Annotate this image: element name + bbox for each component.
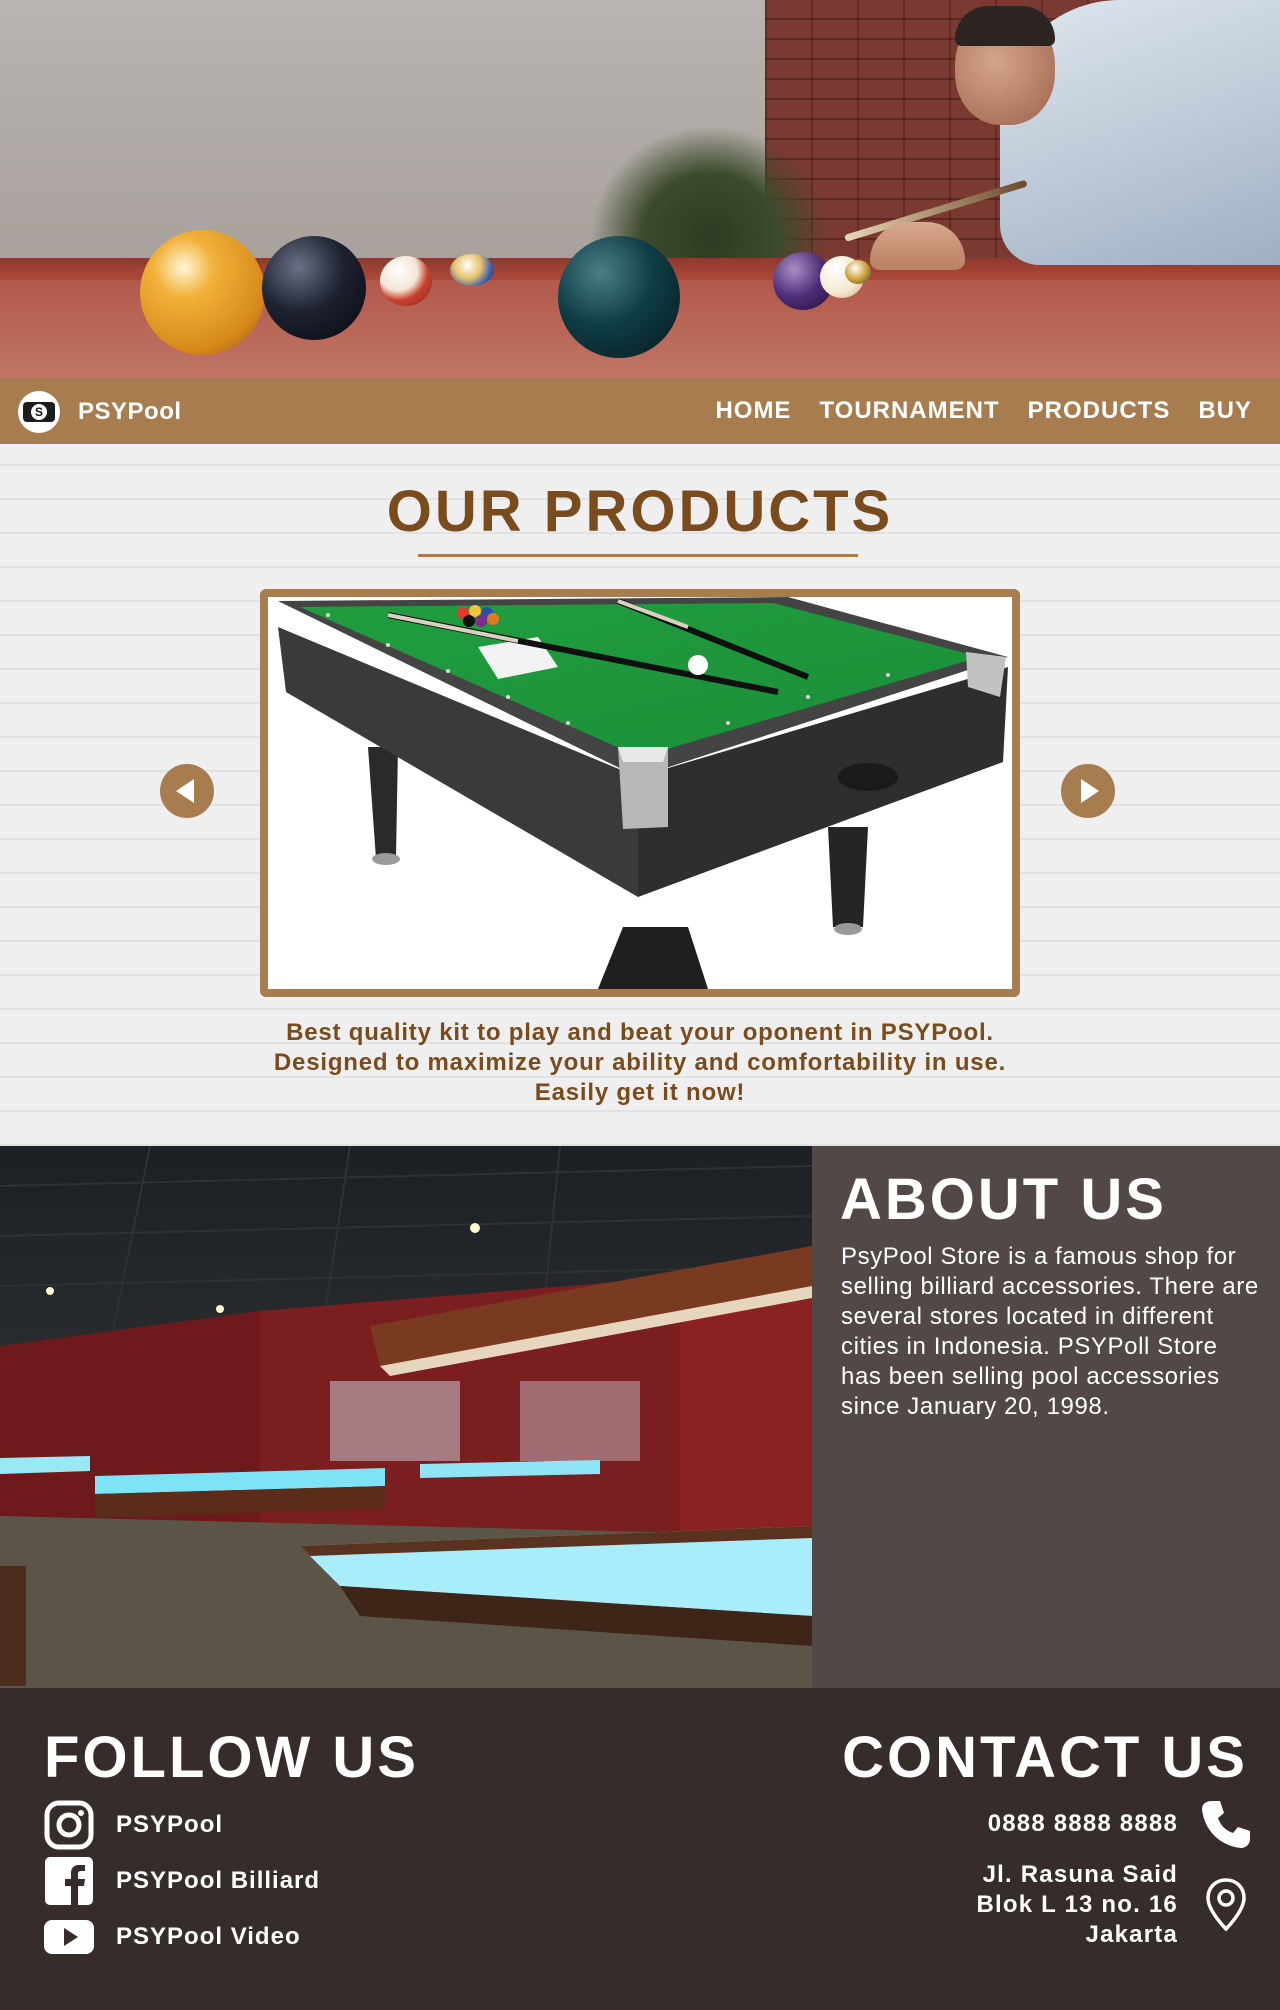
products-description-line: Easily get it now! — [534, 1079, 746, 1106]
products-section: OUR PRODUCTS Best quality kit to play an… — [0, 444, 1280, 1146]
nav-menu: HOME TOURNAMENT PRODUCTS BUY — [715, 378, 1280, 444]
about-title: ABOUT US — [840, 1167, 1167, 1232]
contact-address[interactable]: Jl. Rasuna Said Blok L 13 no. 16 Jakarta — [977, 1860, 1253, 1950]
location-pin-icon — [1200, 1878, 1252, 1932]
social-label: PSYPool Video — [116, 1923, 301, 1950]
ball-nine — [140, 230, 265, 355]
follow-us-title: FOLLOW US — [44, 1725, 419, 1790]
address-line: Blok L 13 no. 16 — [976, 1891, 1178, 1918]
hero-banner — [0, 0, 1280, 378]
pool-table-image — [268, 597, 1012, 989]
logo-icon[interactable]: S — [18, 391, 60, 433]
contact-us-title: CONTACT US — [842, 1725, 1248, 1790]
social-link-facebook[interactable]: PSYPool Billiard — [44, 1856, 320, 1906]
carousel-prev-button[interactable] — [160, 764, 214, 818]
billiard-hall-photo — [0, 1146, 812, 1688]
product-image-frame — [260, 589, 1020, 997]
brand-name[interactable]: PSYPool — [78, 398, 182, 426]
instagram-icon — [44, 1800, 94, 1850]
carousel-next-button[interactable] — [1061, 764, 1115, 818]
ball-small-stripe — [450, 254, 494, 286]
arrow-right-icon — [1081, 779, 1099, 803]
phone-icon — [1200, 1798, 1252, 1850]
footer: FOLLOW US PSYPool PSYPool Billiard PSYPo… — [0, 1688, 1280, 2010]
social-link-instagram[interactable]: PSYPool — [44, 1800, 223, 1850]
social-label: PSYPool Billiard — [116, 1867, 321, 1894]
nav-item-buy[interactable]: BUY — [1198, 397, 1252, 425]
products-description-line: Best quality kit to play and beat your o… — [286, 1019, 994, 1046]
arrow-left-icon — [176, 779, 194, 803]
social-link-youtube[interactable]: PSYPool Video — [44, 1912, 301, 1962]
nav-item-tournament[interactable]: TOURNAMENT — [819, 397, 999, 425]
ball-red-stripe — [380, 256, 432, 306]
address-line: Jakarta — [1085, 1921, 1178, 1948]
social-label: PSYPool — [116, 1811, 224, 1838]
address-block: Jl. Rasuna Said Blok L 13 no. 16 Jakarta — [977, 1860, 1179, 1950]
products-description: Best quality kit to play and beat your o… — [0, 1018, 1280, 1108]
phone-number: 0888 8888 8888 — [987, 1810, 1178, 1837]
ball-small-striped — [845, 260, 871, 284]
products-title-underline — [418, 554, 858, 557]
contact-phone[interactable]: 0888 8888 8888 — [988, 1798, 1252, 1850]
ball-teal — [558, 236, 680, 358]
products-title: OUR PRODUCTS — [386, 479, 894, 544]
nav-item-products[interactable]: PRODUCTS — [1028, 397, 1171, 425]
youtube-icon — [44, 1912, 94, 1962]
products-description-line: Designed to maximize your ability and co… — [273, 1049, 1007, 1076]
about-section: ABOUT US PsyPool Store is a famous shop … — [812, 1146, 1280, 1688]
about-text: PsyPool Store is a famous shop for selli… — [841, 1243, 1259, 1420]
address-line: Jl. Rasuna Said — [982, 1861, 1178, 1888]
nav-item-home[interactable]: HOME — [715, 397, 791, 425]
facebook-icon — [44, 1856, 94, 1906]
top-navbar: S PSYPool HOME TOURNAMENT PRODUCTS BUY — [0, 378, 1280, 444]
ball-eight — [262, 236, 366, 340]
hero-player — [940, 0, 1280, 270]
